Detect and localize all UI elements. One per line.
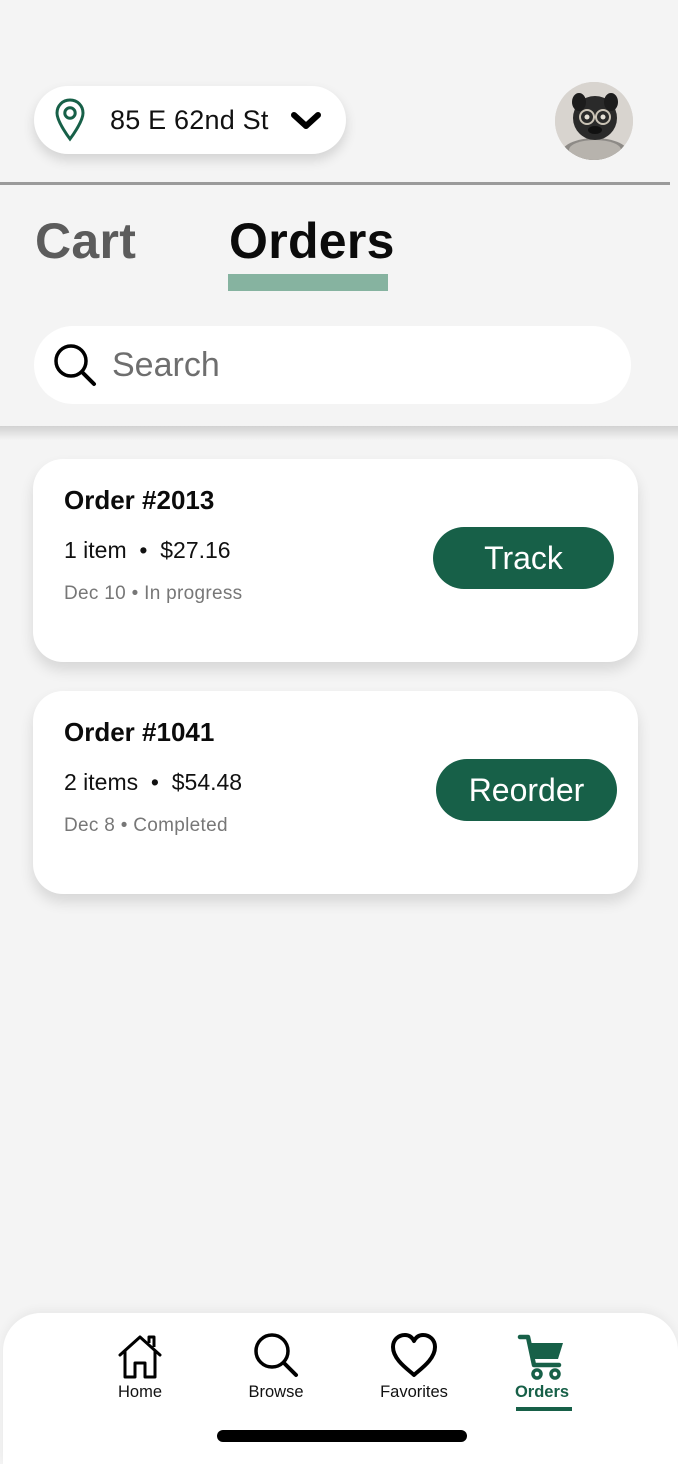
nav-label: Favorites	[380, 1383, 448, 1401]
active-tab-indicator	[228, 274, 388, 291]
avatar-photo	[555, 82, 633, 160]
nav-label: Home	[117, 1383, 162, 1401]
nav-item-home[interactable]: Home	[85, 1329, 195, 1409]
search-input[interactable]	[112, 345, 592, 385]
search-bar[interactable]	[34, 326, 631, 404]
home-indicator[interactable]	[217, 1430, 467, 1442]
bottom-navigation: Home Browse Favorites Orders	[3, 1313, 678, 1464]
orders-screen: 85 E 62nd St Cart Orders Search Order #2…	[0, 0, 678, 1464]
order-meta: Dec 8 • Completed	[64, 815, 228, 836]
track-button[interactable]: Track	[433, 527, 614, 589]
order-summary: 1 item • $27.16	[64, 537, 231, 563]
nav-item-orders[interactable]: Orders	[487, 1329, 597, 1409]
nav-label: Browse	[248, 1383, 304, 1401]
tab-orders[interactable]: Orders	[229, 212, 395, 270]
search-icon	[254, 1333, 298, 1377]
nav-active-indicator	[516, 1407, 572, 1411]
nav-label: Orders	[514, 1383, 570, 1401]
nav-item-favorites[interactable]: Favorites	[359, 1329, 469, 1409]
location-pin-icon	[55, 98, 85, 142]
user-avatar[interactable]	[555, 82, 633, 160]
order-summary: 2 items • $54.48	[64, 769, 243, 795]
location-address: 85 E 62nd St	[110, 104, 269, 135]
order-title: Order #1041	[64, 717, 215, 747]
search-icon	[54, 344, 96, 386]
location-selector[interactable]: 85 E 62nd St	[34, 86, 346, 154]
reorder-button[interactable]: Reorder	[436, 759, 617, 821]
nav-item-browse[interactable]: Browse	[221, 1329, 331, 1409]
header-divider	[0, 182, 670, 185]
cart-icon	[517, 1334, 563, 1380]
section-divider-shadow	[0, 426, 678, 440]
order-meta: Dec 10 • In progress	[64, 583, 243, 604]
heart-icon	[391, 1333, 437, 1377]
order-card: Order #1041 2 items • $54.48 Dec 8 • Com…	[33, 691, 638, 894]
tab-cart[interactable]: Cart	[35, 212, 136, 270]
chevron-down-icon[interactable]	[290, 110, 322, 132]
order-card: Order #2013 1 item • $27.16 Dec 10 • In …	[33, 459, 638, 662]
order-title: Order #2013	[64, 485, 215, 515]
home-icon	[118, 1335, 162, 1379]
